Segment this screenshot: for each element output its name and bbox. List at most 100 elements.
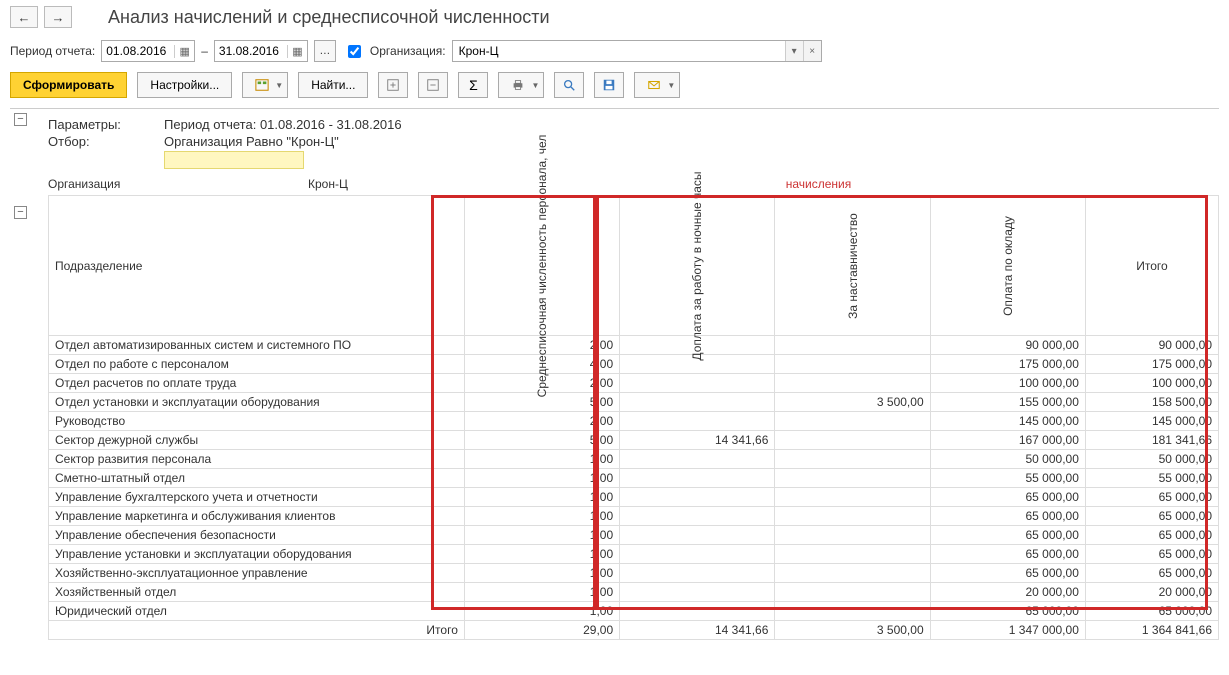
cell-mentor <box>775 564 930 583</box>
period-label: Период отчета: <box>10 44 95 58</box>
cell-total: 181 341,66 <box>1085 431 1218 450</box>
sum-button[interactable]: Σ <box>458 72 488 98</box>
chevron-down-icon: ▼ <box>275 81 283 90</box>
cell-salary: 167 000,00 <box>930 431 1085 450</box>
cell-dept: Сектор развития персонала <box>49 450 465 469</box>
table-row[interactable]: Управление бухгалтерского учета и отчетн… <box>49 488 1219 507</box>
cell-mentor <box>775 602 930 621</box>
table-row[interactable]: Хозяйственно-эксплуатационное управление… <box>49 564 1219 583</box>
org-select-input[interactable] <box>453 41 785 61</box>
col-total: Итого <box>1085 196 1218 336</box>
period-to-input[interactable] <box>215 42 287 60</box>
org-value: Крон-Ц <box>308 177 428 191</box>
cell-total: 90 000,00 <box>1085 336 1218 355</box>
period-from-input[interactable] <box>102 42 174 60</box>
email-button[interactable]: ▼ <box>634 72 680 98</box>
magnifier-icon <box>562 78 576 92</box>
tree-toggle-1[interactable]: − <box>14 113 27 126</box>
cell-salary: 155 000,00 <box>930 393 1085 412</box>
table-row[interactable]: Руководство2,00145 000,00145 000,00 <box>49 412 1219 431</box>
save-button[interactable] <box>594 72 624 98</box>
cell-mentor <box>775 355 930 374</box>
preview-button[interactable] <box>554 72 584 98</box>
cell-hc: 1,00 <box>464 564 619 583</box>
cell-mentor <box>775 545 930 564</box>
table-row[interactable]: Хозяйственный отдел1,0020 000,0020 000,0… <box>49 583 1219 602</box>
table-row[interactable]: Отдел расчетов по оплате труда2,00100 00… <box>49 374 1219 393</box>
cell-night <box>620 602 775 621</box>
nav-back-button[interactable]: ← <box>10 6 38 28</box>
variants-button[interactable]: ▼ <box>242 72 288 98</box>
period-dash: – <box>201 44 208 58</box>
cell-hc: 5,00 <box>464 431 619 450</box>
cell-mentor <box>775 526 930 545</box>
cell-dept: Отдел автоматизированных систем и систем… <box>49 336 465 355</box>
settings-button[interactable]: Настройки... <box>137 72 232 98</box>
cell-dept: Управление установки и эксплуатации обор… <box>49 545 465 564</box>
arrow-right-icon: → <box>52 10 65 25</box>
cell-hc: 1,00 <box>464 526 619 545</box>
cell-night <box>620 450 775 469</box>
cell-night <box>620 526 775 545</box>
find-button[interactable]: Найти... <box>298 72 368 98</box>
chevron-down-icon: ▼ <box>531 81 539 90</box>
cell-salary: 65 000,00 <box>930 488 1085 507</box>
cell-hc: 1,00 <box>464 488 619 507</box>
expand-all-button[interactable] <box>378 72 408 98</box>
cell-night <box>620 583 775 602</box>
page-title: Анализ начислений и среднесписочной числ… <box>108 7 550 28</box>
collapse-all-button[interactable] <box>418 72 448 98</box>
table-row[interactable]: Управление установки и эксплуатации обор… <box>49 545 1219 564</box>
cell-night <box>620 393 775 412</box>
nav-forward-button[interactable]: → <box>44 6 72 28</box>
cell-mentor <box>775 507 930 526</box>
cell-dept: Хозяйственно-эксплуатационное управление <box>49 564 465 583</box>
cell-dept: Юридический отдел <box>49 602 465 621</box>
table-row[interactable]: Юридический отдел1,0065 000,0065 000,00 <box>49 602 1219 621</box>
cell-night <box>620 507 775 526</box>
tree-toggle-2[interactable]: − <box>14 206 27 219</box>
cell-mentor <box>775 336 930 355</box>
table-row[interactable]: Управление обеспечения безопасности1,006… <box>49 526 1219 545</box>
cell-hc: 1,00 <box>464 469 619 488</box>
generate-button[interactable]: Сформировать <box>10 72 127 98</box>
params-header: Параметры: <box>48 117 146 132</box>
org-select-clear[interactable]: × <box>803 41 821 61</box>
cell-mentor <box>775 412 930 431</box>
calendar-from-icon[interactable]: ▦ <box>174 45 194 58</box>
table-row[interactable]: Отдел по работе с персоналом4,00175 000,… <box>49 355 1219 374</box>
report-table: Подразделение Среднесписочная численност… <box>48 195 1219 640</box>
cell-hc: 1,00 <box>464 602 619 621</box>
table-row[interactable]: Отдел автоматизированных систем и систем… <box>49 336 1219 355</box>
period-picker-button[interactable]: … <box>314 40 336 62</box>
cell-salary: 175 000,00 <box>930 355 1085 374</box>
cell-dept: Отдел по работе с персоналом <box>49 355 465 374</box>
table-row[interactable]: Сектор развития персонала1,0050 000,0050… <box>49 450 1219 469</box>
cell-dept: Управление маркетинга и обслуживания кли… <box>49 507 465 526</box>
org-filter-checkbox[interactable] <box>348 45 361 58</box>
calendar-to-icon[interactable]: ▦ <box>287 45 307 58</box>
totals-mentor: 3 500,00 <box>775 621 930 640</box>
col-mentor: За наставничество <box>775 196 930 336</box>
table-row[interactable]: Отдел установки и эксплуатации оборудова… <box>49 393 1219 412</box>
col-headcount: Среднесписочная численность персонала, ч… <box>464 196 619 336</box>
cell-salary: 65 000,00 <box>930 526 1085 545</box>
cell-dept: Отдел расчетов по оплате труда <box>49 374 465 393</box>
totals-label: Итого <box>49 621 465 640</box>
org-select-dropdown[interactable]: ▾ <box>785 41 803 61</box>
cell-dept: Сметно-штатный отдел <box>49 469 465 488</box>
cell-dept: Управление бухгалтерского учета и отчетн… <box>49 488 465 507</box>
cell-night <box>620 412 775 431</box>
cell-salary: 145 000,00 <box>930 412 1085 431</box>
totals-salary: 1 347 000,00 <box>930 621 1085 640</box>
params-period-text: Период отчета: 01.08.2016 - 31.08.2016 <box>164 117 402 132</box>
print-button[interactable]: ▼ <box>498 72 544 98</box>
cell-total: 20 000,00 <box>1085 583 1218 602</box>
cell-mentor <box>775 583 930 602</box>
org-filter-label: Организация: <box>370 44 446 58</box>
table-row[interactable]: Сметно-штатный отдел1,0055 000,0055 000,… <box>49 469 1219 488</box>
table-row[interactable]: Управление маркетинга и обслуживания кли… <box>49 507 1219 526</box>
table-row[interactable]: Сектор дежурной службы5,0014 341,66167 0… <box>49 431 1219 450</box>
cell-salary: 100 000,00 <box>930 374 1085 393</box>
chevron-down-icon: ▼ <box>667 81 675 90</box>
